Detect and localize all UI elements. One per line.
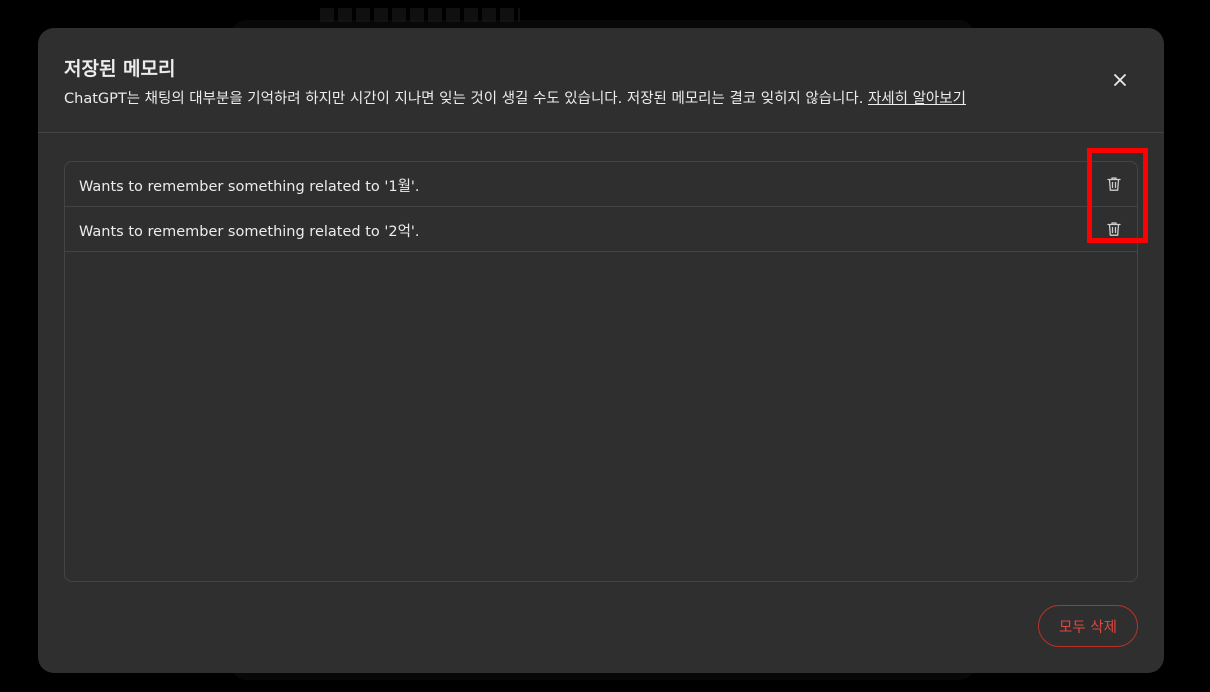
delete-memory-button[interactable]: [1105, 220, 1123, 238]
memory-item: Wants to remember something related to '…: [65, 207, 1137, 252]
learn-more-link[interactable]: 자세히 알아보기: [868, 91, 966, 107]
close-icon: [1114, 74, 1126, 86]
delete-memory-button[interactable]: [1105, 175, 1123, 193]
delete-all-button[interactable]: 모두 삭제: [1038, 605, 1138, 647]
dialog-title: 저장된 메모리: [64, 58, 176, 80]
background-text: [320, 8, 520, 22]
close-button[interactable]: [1110, 70, 1130, 90]
memory-text: Wants to remember something related to '…: [79, 179, 420, 195]
trash-icon: [1107, 177, 1121, 191]
memory-list[interactable]: Wants to remember something related to '…: [64, 161, 1138, 582]
description-text: ChatGPT는 채팅의 대부분을 기억하려 하지만 시간이 지나면 잊는 것이…: [64, 91, 864, 107]
trash-icon: [1107, 222, 1121, 236]
saved-memory-dialog: 저장된 메모리 ChatGPT는 채팅의 대부분을 기억하려 하지만 시간이 지…: [38, 28, 1164, 673]
dialog-header: 저장된 메모리 ChatGPT는 채팅의 대부분을 기억하려 하지만 시간이 지…: [38, 28, 1164, 133]
dialog-description: ChatGPT는 채팅의 대부분을 기억하려 하지만 시간이 지나면 잊는 것이…: [64, 87, 966, 108]
memory-item: Wants to remember something related to '…: [65, 162, 1137, 207]
memory-text: Wants to remember something related to '…: [79, 224, 420, 240]
